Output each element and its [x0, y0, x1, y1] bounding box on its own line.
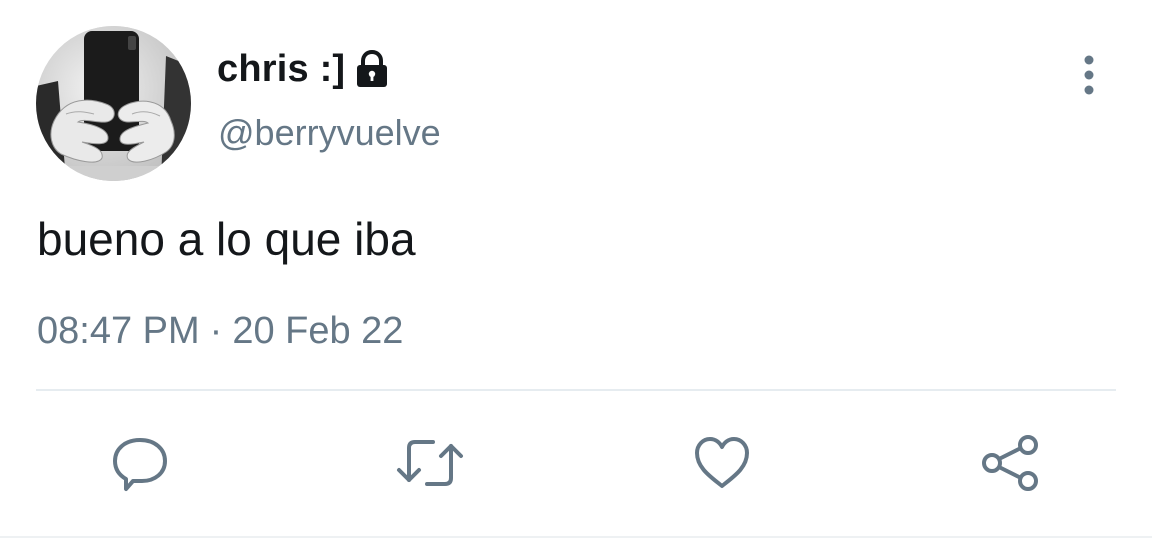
divider [36, 389, 1116, 391]
share-button[interactable] [976, 428, 1046, 498]
display-name[interactable]: chris :] [217, 48, 345, 91]
lock-icon [357, 49, 388, 87]
tweet-card: chris :] @berryvuelve bueno a lo que iba… [0, 0, 1152, 555]
share-icon [982, 435, 1038, 491]
tweet-timestamp[interactable]: 08:47 PM · 20 Feb 22 [37, 310, 403, 353]
user-handle[interactable]: @berryvuelve [218, 112, 441, 154]
reply-icon [113, 438, 167, 491]
tweet-time: 08:47 PM [37, 310, 200, 352]
like-button[interactable] [687, 428, 757, 498]
reply-button[interactable] [105, 428, 175, 498]
more-vertical-icon[interactable] [1074, 52, 1104, 98]
tweet-date: 20 Feb 22 [232, 310, 404, 352]
tweet-text: bueno a lo que iba [37, 213, 416, 265]
avatar-photo [36, 26, 191, 181]
avatar[interactable] [36, 26, 191, 181]
retweet-icon [397, 440, 463, 486]
heart-icon [695, 437, 749, 488]
retweet-button[interactable] [395, 428, 465, 498]
author-name-row[interactable]: chris :] [217, 44, 391, 94]
bottom-divider [0, 536, 1152, 538]
timestamp-separator: · [209, 310, 223, 352]
